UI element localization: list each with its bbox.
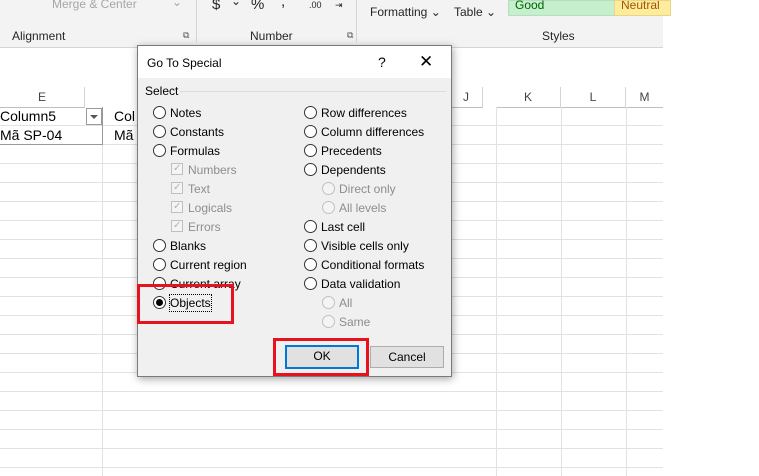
header-cell-column5[interactable]: Column5 <box>0 108 56 124</box>
column-header-j[interactable]: J <box>450 87 483 108</box>
grid-line <box>626 107 627 476</box>
radio-icon <box>322 201 335 214</box>
grid-line <box>496 107 497 476</box>
radio-icon <box>304 220 317 233</box>
group-alignment-label: Alignment <box>12 29 66 43</box>
option-label: Constants <box>170 125 225 139</box>
option-label: Logicals <box>188 201 233 215</box>
currency-dropdown-icon[interactable]: ⌄ <box>231 0 241 8</box>
radio-icon <box>322 296 335 309</box>
radio-icon <box>304 277 317 290</box>
column-header-k[interactable]: K <box>496 87 561 108</box>
column-header-m[interactable]: M <box>626 87 663 108</box>
group-number-label: Number <box>250 29 293 43</box>
value-cell-next[interactable]: Mã <box>114 127 133 143</box>
merge-center-button[interactable]: Merge & Center <box>52 0 137 11</box>
option-label: Same <box>339 315 371 329</box>
option-label: Notes <box>170 106 202 120</box>
dialog-titlebar: Go To Special ? ✕ <box>138 46 451 78</box>
checkbox-icon <box>171 218 183 234</box>
radio-icon <box>304 144 317 157</box>
radio-icon <box>304 106 317 119</box>
radio-icon <box>304 163 317 176</box>
group-divider <box>180 91 446 92</box>
ribbon-divider <box>356 0 357 42</box>
radio-icon <box>304 258 317 271</box>
merge-dropdown-icon[interactable]: ⌄ <box>172 0 182 9</box>
group-styles-label: Styles <box>542 29 575 43</box>
checkbox-icon <box>171 180 183 196</box>
option-label: Data validation <box>321 277 401 291</box>
percent-button[interactable]: % <box>251 0 264 13</box>
option-label: Errors <box>188 220 221 234</box>
option-label: Blanks <box>170 239 207 253</box>
radio-icon <box>153 106 166 119</box>
checkbox-icon <box>171 199 183 215</box>
number-launcher-icon[interactable]: ⧉ <box>347 30 353 41</box>
option-label: Conditional formats <box>321 258 425 272</box>
radio-icon <box>153 144 166 157</box>
radio-icon <box>153 125 166 138</box>
column-header-l[interactable]: L <box>561 87 626 108</box>
dialog-title: Go To Special <box>147 56 222 70</box>
style-good[interactable]: Good <box>508 0 617 16</box>
grid-line <box>561 107 562 476</box>
option-label: All <box>339 296 353 310</box>
increase-decimal-icon[interactable]: ⇥ <box>335 0 343 11</box>
cancel-button[interactable]: Cancel <box>370 346 444 368</box>
checkbox-icon <box>171 161 183 177</box>
grid-line <box>102 107 103 476</box>
go-to-special-dialog: Go To Special ? ✕ Select Notes Constants… <box>137 45 452 377</box>
radio-icon <box>153 239 166 252</box>
option-label: All levels <box>339 201 387 215</box>
option-label: Dependents <box>321 163 386 177</box>
option-label: Formulas <box>170 144 221 158</box>
format-as-table-button[interactable]: Table ⌄ <box>454 5 496 19</box>
table-label: Table <box>454 5 483 19</box>
header-cell-next[interactable]: Col <box>114 108 135 124</box>
filter-dropdown-icon[interactable] <box>86 108 102 125</box>
comma-style-button[interactable]: , <box>281 0 285 10</box>
style-neutral[interactable]: Neutral <box>614 0 671 16</box>
close-icon[interactable]: ✕ <box>419 52 433 72</box>
decrease-decimal-button[interactable]: .00 <box>309 0 322 10</box>
option-label: Visible cells only <box>321 239 409 253</box>
conditional-formatting-button[interactable]: Formatting ⌄ <box>370 5 441 19</box>
column-header-e[interactable]: E <box>0 87 85 108</box>
option-label: Last cell <box>321 220 366 234</box>
radio-icon <box>304 125 317 138</box>
option-label: Precedents <box>321 144 382 158</box>
ribbon: Merge & Center ⌄ $ ⌄ % , .00 ⇥ Formattin… <box>0 0 671 48</box>
option-label: Column differences <box>321 125 425 139</box>
alignment-launcher-icon[interactable]: ⧉ <box>183 30 189 41</box>
value-cell[interactable]: Mã SP-04 <box>0 127 62 143</box>
radio-icon <box>322 315 335 328</box>
ok-highlight-box <box>273 338 369 376</box>
help-icon[interactable]: ? <box>378 54 386 70</box>
option-label: Text <box>188 182 211 196</box>
formatting-label: Formatting <box>370 5 428 19</box>
option-label: Numbers <box>188 163 237 177</box>
option-label: Row differences <box>321 106 407 120</box>
option-label: Current region <box>170 258 247 272</box>
currency-button[interactable]: $ <box>212 0 220 13</box>
objects-highlight-box <box>137 284 234 324</box>
radio-icon <box>153 258 166 271</box>
select-group-label: Select <box>145 84 179 98</box>
ribbon-divider <box>196 0 197 42</box>
option-label: Direct only <box>339 182 396 196</box>
radio-icon <box>304 239 317 252</box>
radio-icon <box>322 182 335 195</box>
